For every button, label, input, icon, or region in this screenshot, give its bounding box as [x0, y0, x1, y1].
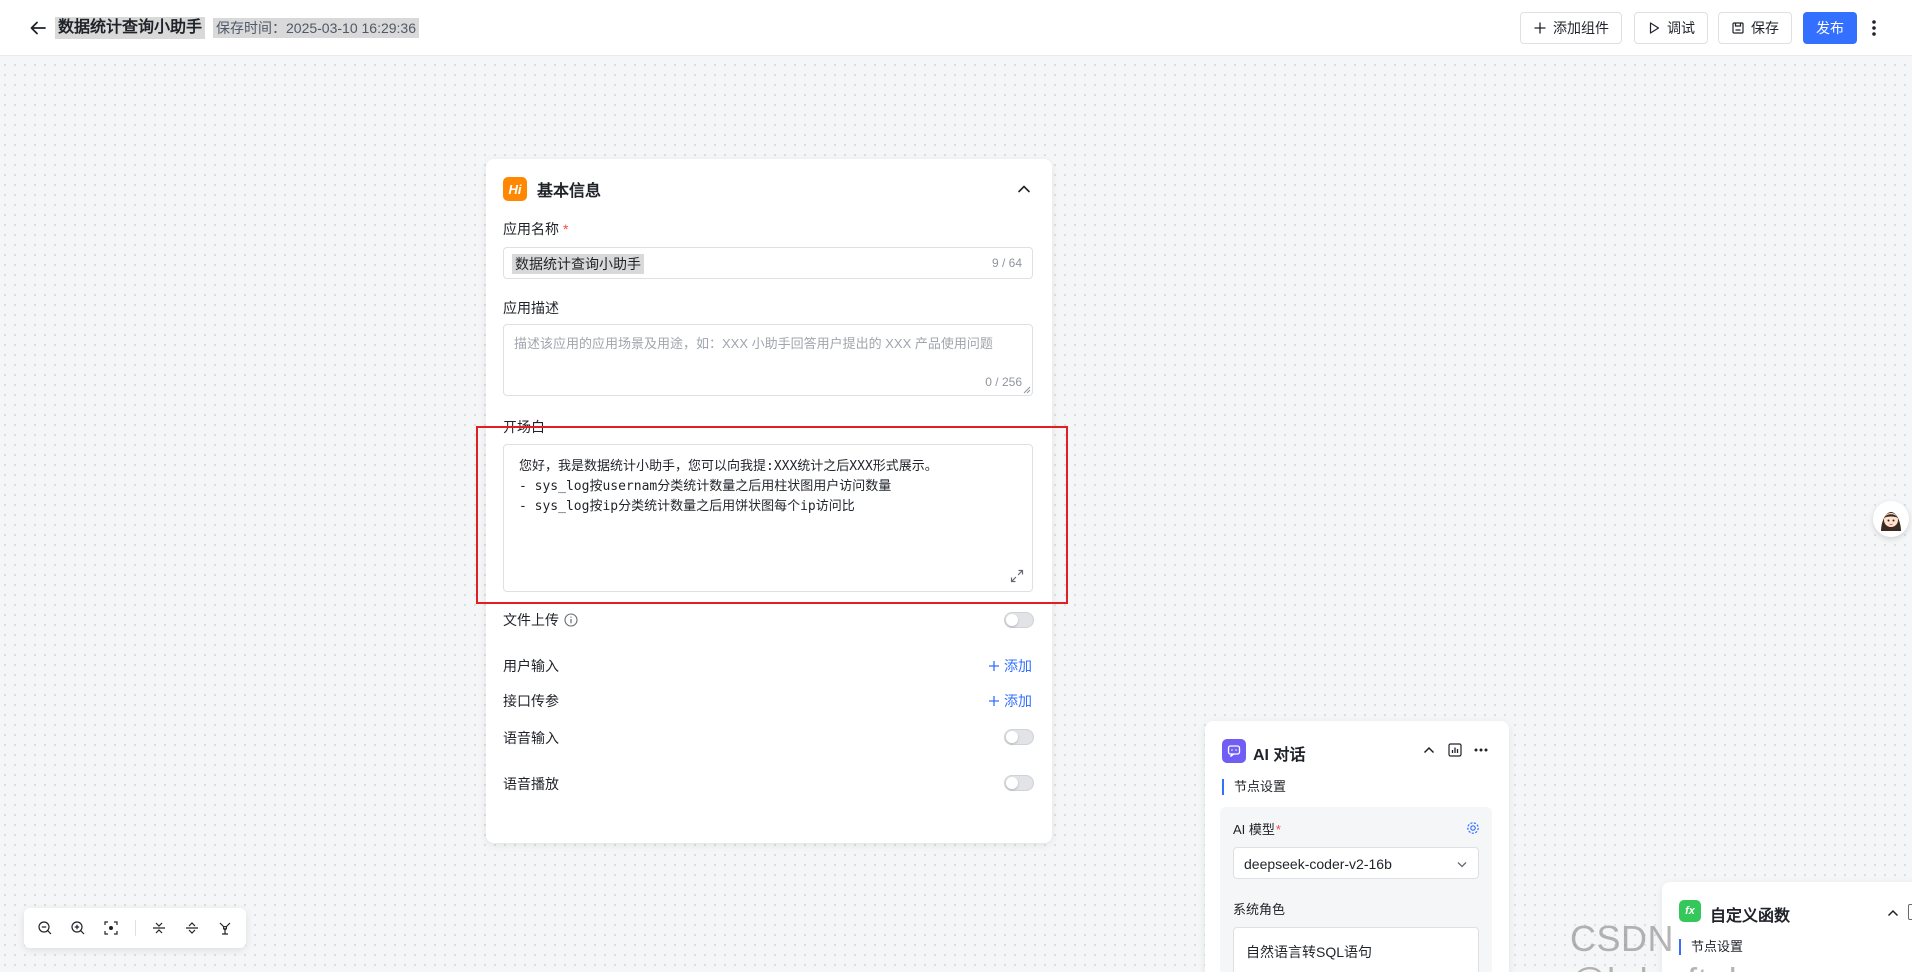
ai-model-label: AI 模型*: [1233, 819, 1281, 838]
chevron-down-icon: [1457, 862, 1467, 868]
layout-icon[interactable]: [215, 918, 234, 938]
plus-icon: [989, 661, 999, 671]
chat-bubble-icon: [1222, 739, 1246, 763]
desc-label: 应用描述: [503, 300, 559, 316]
ai-node-settings-panel: AI 模型* deepseek-coder-v2-16b 系统角色 自然语言转S…: [1220, 807, 1492, 972]
voice-play-label: 语音播放: [503, 776, 559, 792]
voice-input-label: 语音输入: [503, 730, 559, 746]
ai-model-select[interactable]: deepseek-coder-v2-16b: [1233, 847, 1479, 879]
system-role-value: 自然语言转SQL语句: [1246, 944, 1373, 960]
ai-model-label-text: AI 模型: [1233, 822, 1275, 837]
canvas-toolbar: [24, 908, 246, 948]
fit-view-icon[interactable]: [102, 918, 121, 938]
ai-chat-node[interactable]: AI 对话 节点设置 AI 模型* deepseek-coder-v2-16b …: [1205, 721, 1509, 972]
collapse-all-icon[interactable]: [149, 918, 168, 938]
voice-input-toggle[interactable]: [1004, 729, 1034, 745]
api-params-label: 接口传参: [503, 693, 559, 709]
zoom-out-icon[interactable]: [36, 918, 55, 938]
file-upload-row: 文件上传: [503, 610, 578, 630]
top-header: 数据统计查询小助手 保存时间：2025-03-10 16:29:36 添加组件 …: [0, 0, 1912, 56]
system-role-label: 系统角色: [1233, 902, 1286, 917]
desc-placeholder: 描述该应用的应用场景及用途，如：XXX 小助手回答用户提出的 XXX 产品使用问…: [514, 336, 993, 351]
desc-textarea[interactable]: 描述该应用的应用场景及用途，如：XXX 小助手回答用户提出的 XXX 产品使用问…: [503, 324, 1033, 396]
chevron-up-icon[interactable]: [1421, 742, 1437, 758]
hi-icon: Hi: [503, 177, 527, 201]
resize-grip-icon[interactable]: [1023, 386, 1031, 394]
ai-model-value: deepseek-coder-v2-16b: [1244, 856, 1392, 872]
file-upload-toggle[interactable]: [1004, 612, 1034, 628]
save-button[interactable]: 保存: [1718, 12, 1792, 44]
debug-label: 调试: [1667, 20, 1695, 36]
ai-node-tools: [1421, 742, 1489, 758]
voice-play-toggle[interactable]: [1004, 775, 1034, 791]
user-input-label: 用户输入: [503, 658, 559, 674]
basic-info-header: Hi 基本信息: [503, 177, 601, 201]
watermark-text: CSDN @hdsoft_huge: [1570, 918, 1810, 972]
app-name-label-text: 应用名称: [503, 221, 559, 237]
more-vertical-icon[interactable]: [1866, 14, 1882, 42]
info-icon[interactable]: [564, 613, 578, 627]
required-mark: *: [1275, 822, 1281, 837]
highlight-annotation-box: [476, 426, 1068, 604]
save-label: 保存: [1751, 20, 1779, 36]
zoom-in-icon[interactable]: [69, 918, 88, 938]
back-arrow-icon[interactable]: [26, 16, 50, 40]
add-component-button[interactable]: 添加组件: [1520, 12, 1622, 44]
chevron-up-icon[interactable]: [1016, 181, 1032, 197]
user-input-add-link[interactable]: 添加: [988, 656, 1032, 676]
app-name-input[interactable]: 数据统计查询小助手 9 / 64: [503, 247, 1033, 279]
publish-button[interactable]: 发布: [1803, 12, 1857, 44]
app-name-count: 9 / 64: [991, 256, 1022, 270]
app-name-label: 应用名称 *: [503, 219, 568, 239]
file-upload-label: 文件上传: [503, 612, 559, 628]
api-params-add-link[interactable]: 添加: [988, 691, 1032, 711]
save-icon: [1732, 22, 1744, 34]
system-role-input[interactable]: 自然语言转SQL语句: [1233, 927, 1479, 972]
save-time: 保存时间：2025-03-10 16:29:36: [213, 18, 419, 38]
expand-all-icon[interactable]: [182, 918, 201, 938]
chart-icon[interactable]: [1447, 742, 1463, 758]
gear-icon[interactable]: [1466, 821, 1480, 835]
plus-icon: [989, 696, 999, 706]
api-params-add-label: 添加: [1004, 693, 1032, 709]
play-icon: [1649, 22, 1660, 34]
basic-info-title: 基本信息: [537, 183, 602, 200]
user-input-add-label: 添加: [1004, 658, 1032, 674]
required-mark: *: [563, 221, 569, 237]
desc-count: 0 / 256: [985, 375, 1022, 389]
ai-chat-title: AI 对话: [1253, 747, 1306, 764]
more-horizontal-icon[interactable]: [1473, 742, 1489, 758]
ai-node-setting-title: 节点设置: [1222, 779, 1286, 795]
add-component-label: 添加组件: [1553, 20, 1609, 36]
app-title: 数据统计查询小助手: [55, 17, 206, 39]
assistant-avatar[interactable]: [1873, 501, 1909, 537]
plus-icon: [1534, 22, 1546, 34]
app-name-value: 数据统计查询小助手: [512, 254, 644, 274]
debug-button[interactable]: 调试: [1634, 12, 1708, 44]
toolbar-divider: [134, 920, 136, 936]
